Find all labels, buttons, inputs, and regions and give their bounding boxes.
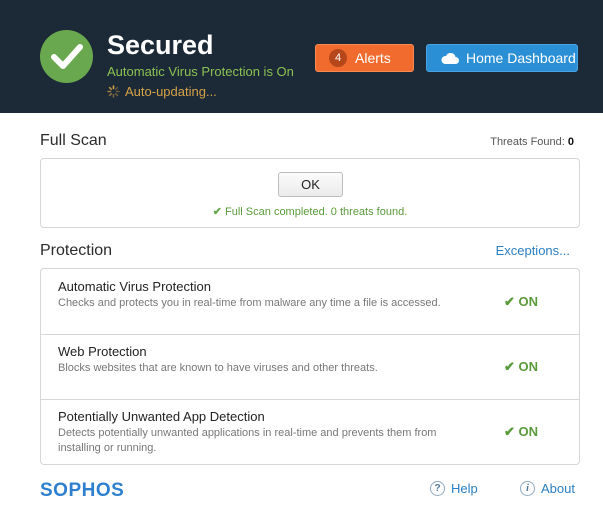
alerts-label: Alerts — [355, 50, 391, 66]
help-label: Help — [451, 481, 478, 496]
protection-item-web: Web Protection Blocks websites that are … — [41, 334, 579, 400]
spinner-icon — [107, 85, 120, 98]
status-header: Secured Automatic Virus Protection is On… — [0, 0, 603, 113]
scan-status-text: Full Scan completed. 0 threats found. — [225, 206, 408, 218]
protection-item-state[interactable]: ✔ ON — [504, 294, 538, 310]
update-status-text: Auto-updating... — [125, 84, 217, 99]
protection-item-automatic-virus: Automatic Virus Protection Checks and pr… — [41, 269, 579, 335]
full-scan-title: Full Scan — [40, 132, 107, 149]
about-link[interactable]: i About — [520, 481, 575, 496]
threats-found-count: 0 — [567, 136, 574, 148]
secured-checkmark-icon — [40, 30, 93, 83]
protection-state-label: ON — [518, 294, 539, 309]
protection-item-name: Automatic Virus Protection — [58, 279, 211, 294]
update-status: Auto-updating... — [107, 84, 217, 99]
home-dashboard-label: Home Dashboard — [466, 50, 576, 66]
home-dashboard-button[interactable]: Home Dashboard — [426, 44, 578, 72]
exceptions-link[interactable]: Exceptions... — [496, 243, 570, 258]
status-subtitle: Automatic Virus Protection is On — [107, 64, 294, 79]
checkmark-icon: ✔ — [212, 206, 222, 218]
checkmark-icon: ✔ — [503, 359, 515, 374]
cloud-icon — [441, 52, 459, 64]
protection-item-description: Detects potentially unwanted application… — [58, 427, 437, 454]
protection-item-name: Web Protection — [58, 344, 147, 359]
threats-found-label: Threats Found: — [490, 136, 565, 148]
full-scan-panel: OK ✔ Full Scan completed. 0 threats foun… — [40, 158, 580, 228]
protection-item-state[interactable]: ✔ ON — [504, 359, 538, 375]
protection-list: Automatic Virus Protection Checks and pr… — [40, 268, 580, 465]
protection-item-name: Potentially Unwanted App Detection — [58, 409, 265, 424]
alerts-button[interactable]: 4 Alerts — [315, 44, 414, 72]
help-icon: ? — [430, 481, 445, 496]
threats-found: Threats Found: 0 — [490, 136, 574, 148]
protection-item-description: Checks and protects you in real-time fro… — [58, 297, 441, 309]
protection-item-state[interactable]: ✔ ON — [504, 424, 538, 440]
help-link[interactable]: ? Help — [430, 481, 478, 496]
info-icon: i — [520, 481, 535, 496]
scan-status-message: ✔ Full Scan completed. 0 threats found. — [41, 205, 579, 218]
checkmark-icon: ✔ — [503, 424, 515, 439]
sophos-logo: SOPHOS — [40, 480, 125, 501]
protection-state-label: ON — [518, 424, 539, 439]
protection-item-pua-detection: Potentially Unwanted App Detection Detec… — [41, 399, 579, 464]
status-title: Secured — [107, 30, 214, 60]
protection-item-description: Blocks websites that are known to have v… — [58, 362, 378, 374]
checkmark-icon: ✔ — [503, 294, 515, 309]
about-label: About — [541, 481, 575, 496]
protection-state-label: ON — [518, 359, 539, 374]
ok-button[interactable]: OK — [278, 172, 343, 197]
alerts-count-badge: 4 — [329, 49, 347, 67]
protection-title: Protection — [40, 242, 113, 259]
